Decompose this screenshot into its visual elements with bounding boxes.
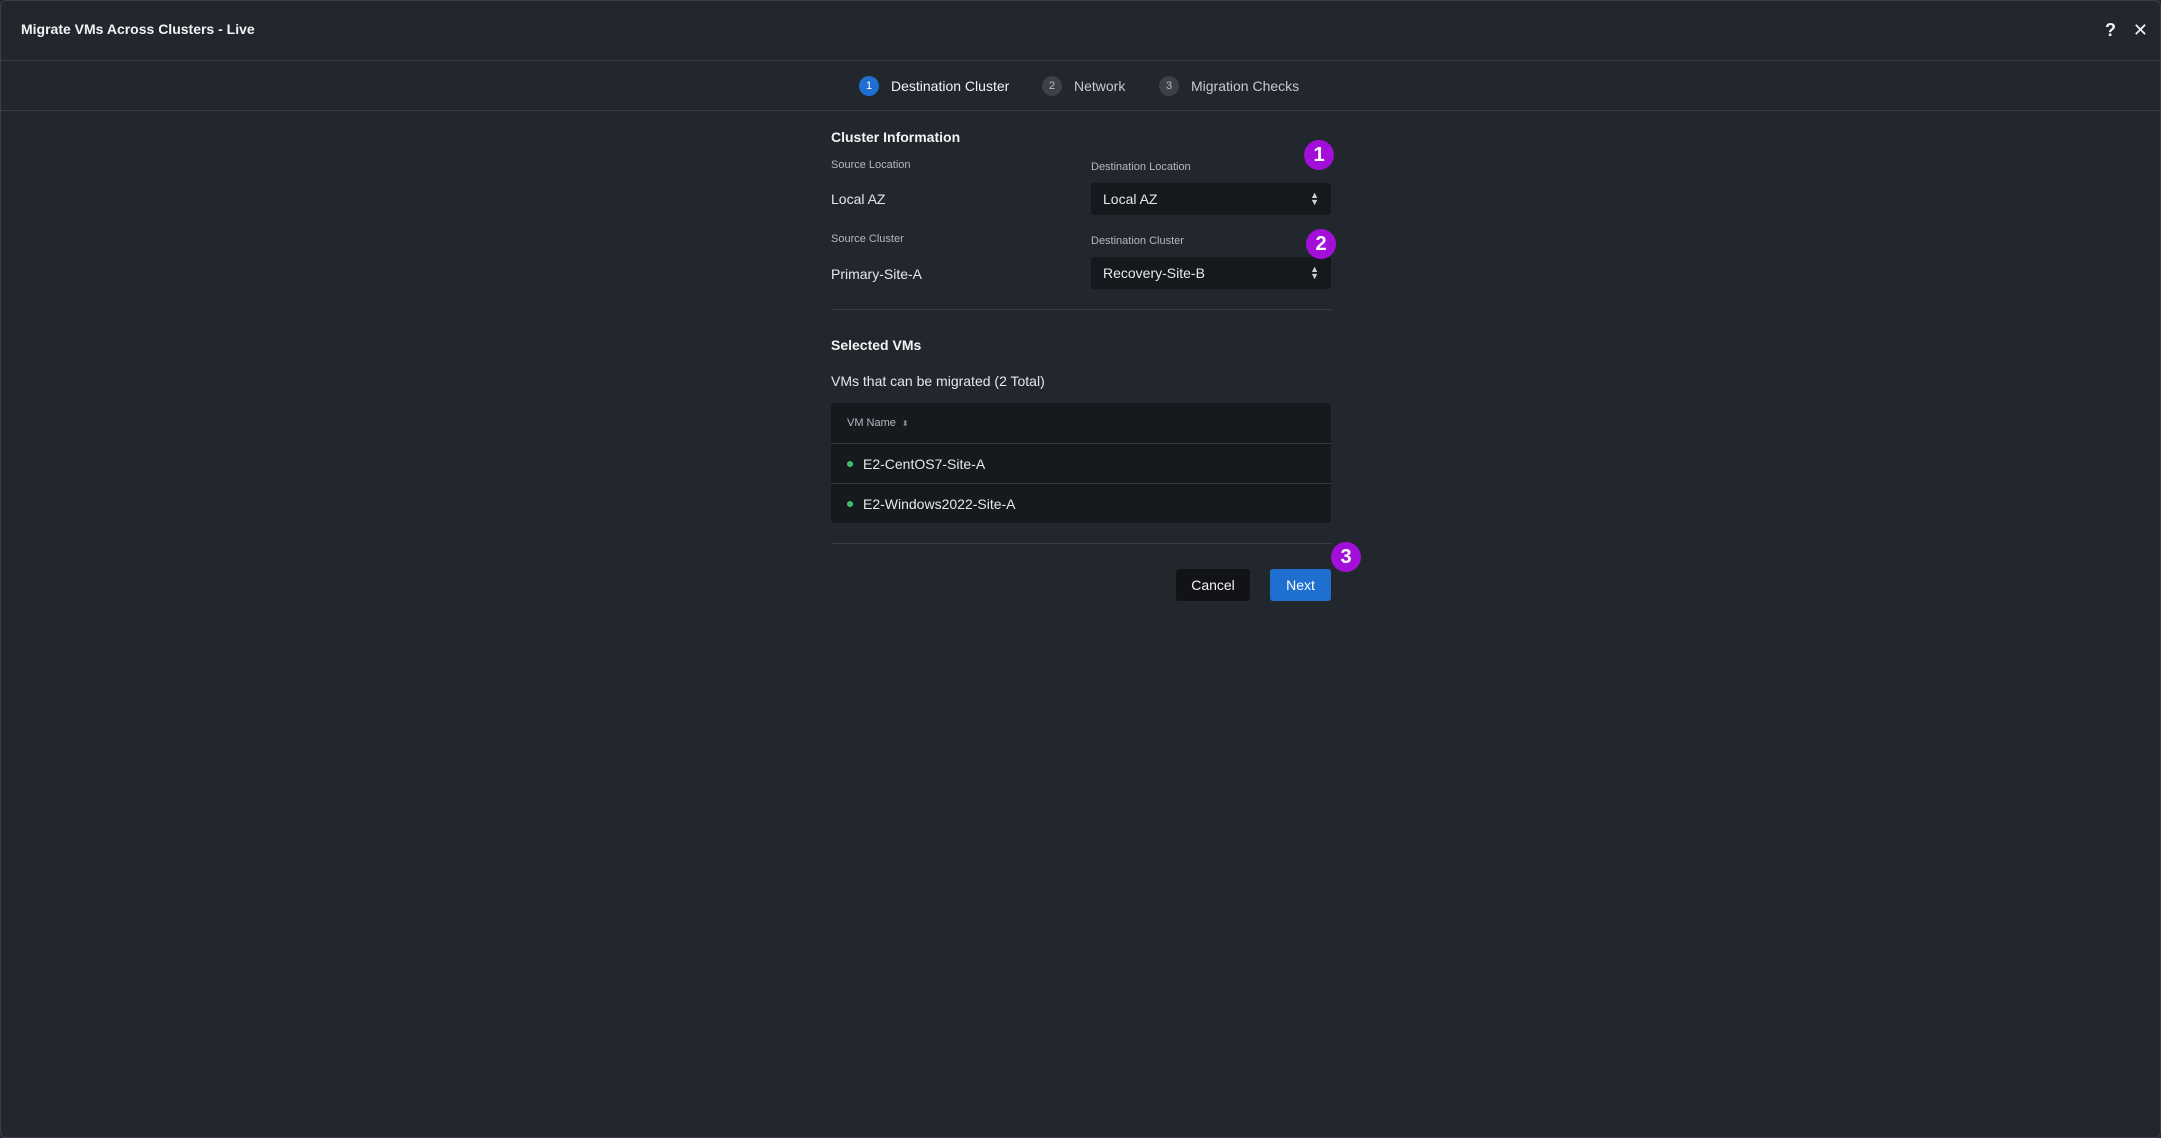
- annotation-badge-1: 1: [1304, 140, 1334, 170]
- destination-cluster-select[interactable]: Recovery-Site-B ▲ ▼: [1091, 257, 1331, 289]
- vms-count-text: VMs that can be migrated (2 Total): [831, 373, 1045, 389]
- destination-location-label: Destination Location: [1091, 161, 1191, 173]
- destination-cluster-selected: Recovery-Site-B: [1103, 265, 1205, 281]
- step-destination-cluster[interactable]: 1 Destination Cluster: [859, 75, 1009, 97]
- selected-vms-heading: Selected VMs: [831, 337, 922, 353]
- vm-name-column-header[interactable]: VM Name ⬍: [831, 403, 1331, 444]
- table-row[interactable]: E2-Windows2022-Site-A: [831, 484, 1331, 523]
- step-label: Network: [1074, 78, 1126, 94]
- source-location-label: Source Location: [831, 159, 911, 171]
- close-icon[interactable]: ✕: [2133, 19, 2148, 41]
- step-label: Migration Checks: [1191, 78, 1300, 94]
- annotation-badge-2: 2: [1306, 229, 1336, 259]
- status-dot-icon: [847, 500, 853, 507]
- cluster-information-heading: Cluster Information: [831, 129, 961, 145]
- vm-table: VM Name ⬍ E2-CentOS7-Site-A E2-Windows20…: [831, 403, 1331, 523]
- vm-name: E2-CentOS7-Site-A: [863, 455, 986, 472]
- next-button[interactable]: Next: [1270, 569, 1331, 601]
- cancel-button[interactable]: Cancel: [1176, 569, 1250, 601]
- source-location-value: Local AZ: [831, 191, 886, 207]
- destination-location-selected: Local AZ: [1103, 191, 1158, 207]
- sort-icon[interactable]: ⬍: [902, 419, 909, 428]
- step-label: Destination Cluster: [891, 78, 1010, 94]
- column-header-label: VM Name: [847, 417, 896, 429]
- help-icon[interactable]: ?: [2105, 19, 2116, 41]
- migrate-vms-dialog: Migrate VMs Across Clusters - Live ? ✕ 1…: [0, 0, 2161, 1138]
- section-divider: [831, 309, 1331, 310]
- vm-name: E2-Windows2022-Site-A: [863, 495, 1016, 512]
- annotation-badge-3: 3: [1331, 542, 1361, 572]
- wizard-stepper: 1 Destination Cluster 2 Network 3 Migrat…: [1, 61, 2160, 111]
- destination-location-select[interactable]: Local AZ ▲ ▼: [1091, 183, 1331, 215]
- dialog-title: Migrate VMs Across Clusters - Live: [21, 21, 255, 37]
- dialog-titlebar: Migrate VMs Across Clusters - Live ? ✕: [1, 1, 2160, 61]
- table-row[interactable]: E2-CentOS7-Site-A: [831, 444, 1331, 484]
- step-number: 3: [1159, 76, 1179, 96]
- step-number: 2: [1042, 76, 1062, 96]
- destination-cluster-label: Destination Cluster: [1091, 235, 1184, 247]
- select-arrows-icon: ▲ ▼: [1310, 190, 1319, 207]
- step-number: 1: [859, 76, 879, 96]
- select-arrows-icon: ▲ ▼: [1310, 264, 1319, 281]
- source-cluster-value: Primary-Site-A: [831, 266, 923, 282]
- status-dot-icon: [847, 460, 853, 467]
- source-cluster-label: Source Cluster: [831, 233, 904, 245]
- step-migration-checks[interactable]: 3 Migration Checks: [1159, 75, 1299, 97]
- step-network[interactable]: 2 Network: [1042, 75, 1125, 97]
- footer-divider: [831, 543, 1331, 544]
